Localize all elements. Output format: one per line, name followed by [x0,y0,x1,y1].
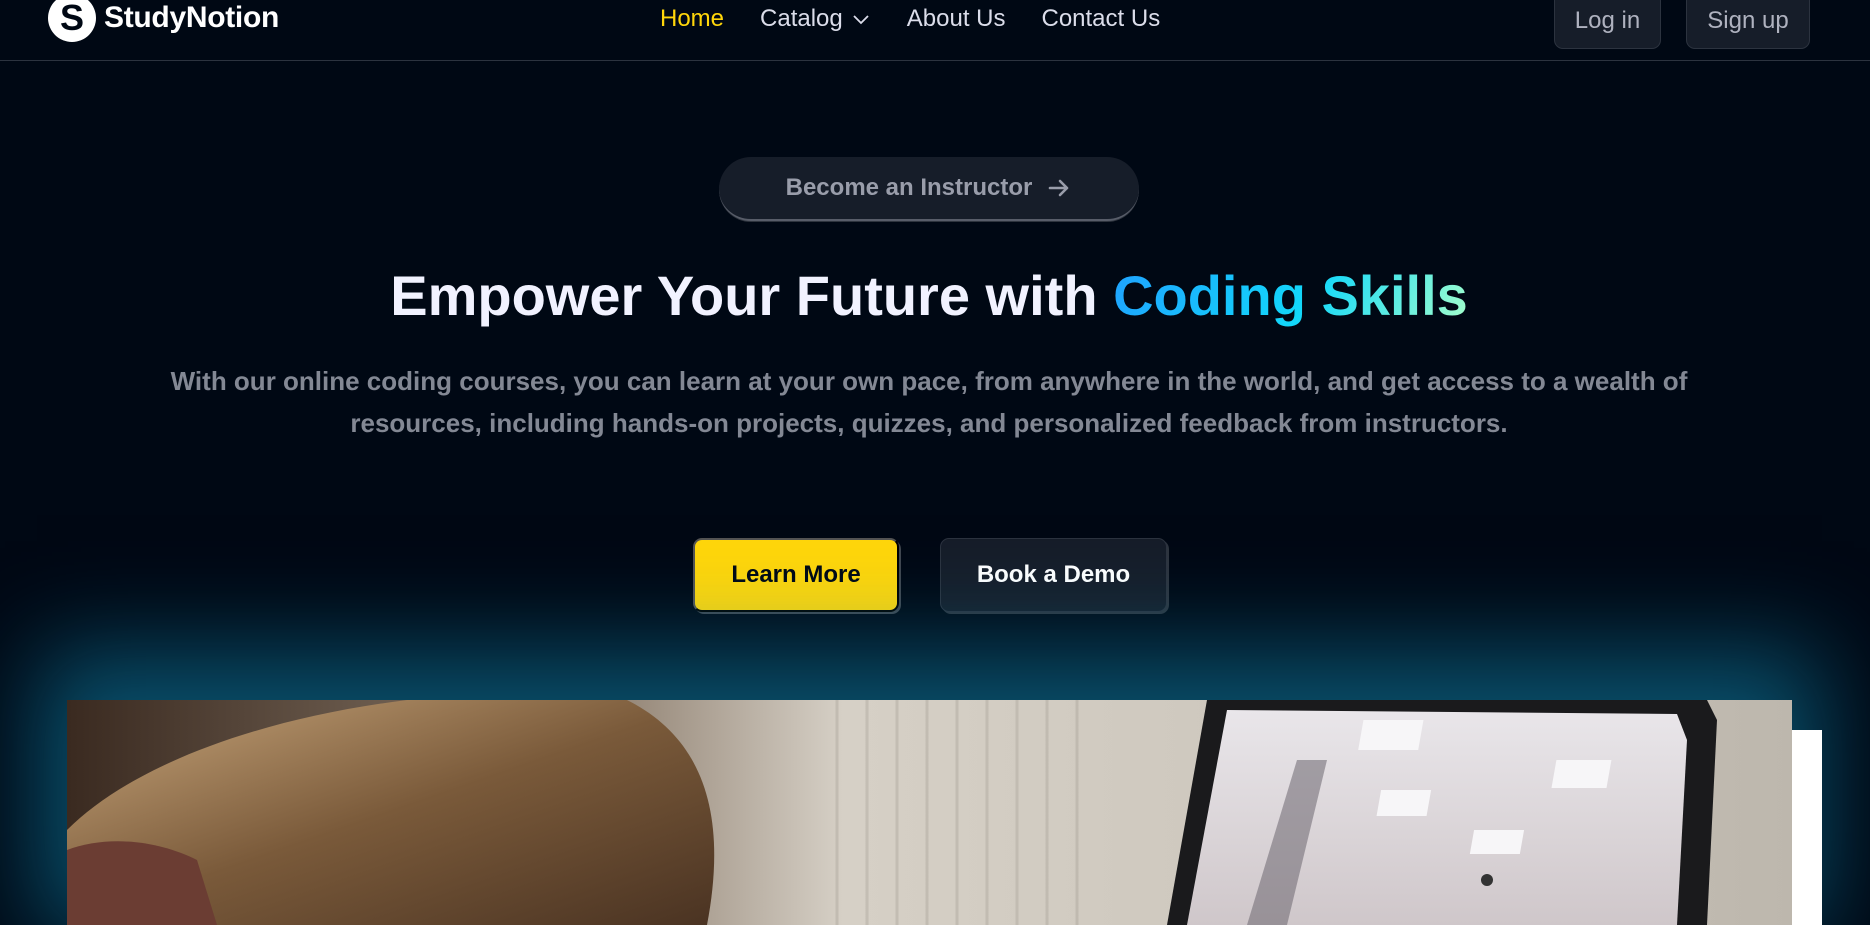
signup-button[interactable]: Sign up [1686,0,1810,49]
hero-title-plain: Empower Your Future with [390,264,1114,327]
nav-link-home[interactable]: Home [660,5,724,33]
hero-subtitle: With our online coding courses, you can … [170,366,1688,438]
chevron-down-icon [853,15,869,25]
become-instructor-button[interactable]: Become an Instructor [719,157,1139,221]
nav-link-about[interactable]: About Us [907,5,1006,33]
main-nav: Home Catalog About Us Contact Us [660,2,1160,36]
nav-link-catalog-label: Catalog [760,5,843,32]
arrow-right-icon [1049,179,1069,197]
video-frame-image [67,700,1792,925]
nav-link-catalog[interactable]: Catalog [760,5,871,33]
learn-more-button[interactable]: Learn More [693,538,899,612]
book-demo-button[interactable]: Book a Demo [940,538,1167,612]
brand-name: StudyNotion [104,1,280,34]
logo-icon: S [48,0,96,42]
hero-video[interactable] [67,700,1792,925]
nav-link-contact[interactable]: Contact Us [1041,5,1160,33]
top-navbar: S StudyNotion Home Catalog About Us Cont… [0,0,1870,61]
brand-logo[interactable]: S StudyNotion [48,0,279,42]
become-instructor-label: Become an Instructor [785,174,1033,201]
login-button[interactable]: Log in [1554,0,1661,49]
hero-title-highlight: Coding Skills [1113,264,1468,327]
hero-title: Empower Your Future with Coding Skills [0,268,1858,324]
